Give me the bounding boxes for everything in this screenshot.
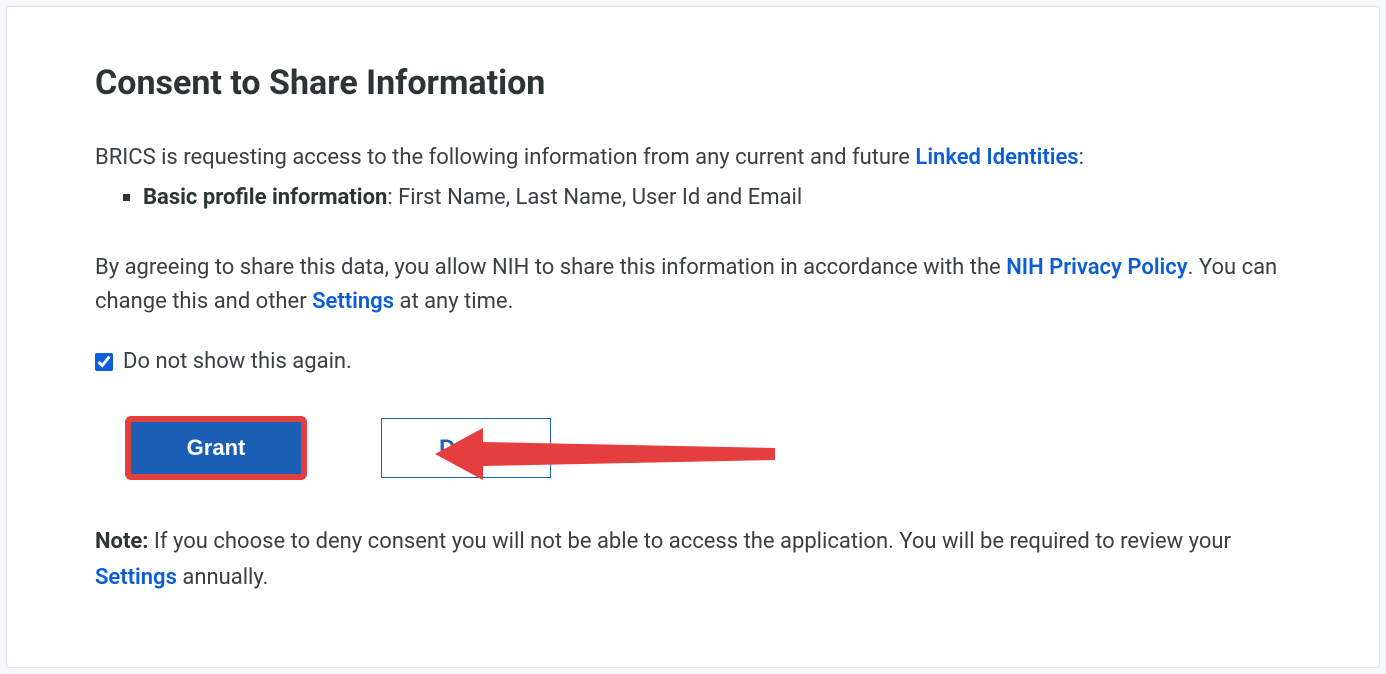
info-item-detail: : First Name, Last Name, User Id and Ema… [387, 185, 802, 210]
linked-identities-link[interactable]: Linked Identities [915, 145, 1078, 170]
note-label: Note: [95, 529, 148, 554]
note-text: Note: If you choose to deny consent you … [95, 524, 1291, 594]
do-not-show-checkbox[interactable] [95, 353, 113, 371]
intro-suffix: : [1079, 145, 1084, 170]
agreement-part1: By agreeing to share this data, you allo… [95, 255, 1006, 280]
info-list-item: Basic profile information: First Name, L… [123, 181, 1291, 215]
intro-text: BRICS is requesting access to the follow… [95, 141, 1291, 175]
do-not-show-row: Do not show this again. [95, 349, 1291, 374]
do-not-show-label[interactable]: Do not show this again. [123, 349, 352, 374]
note-part2: annually. [177, 565, 269, 590]
deny-button[interactable]: Deny [381, 418, 551, 478]
agreement-part3: at any time. [394, 289, 513, 314]
info-list: Basic profile information: First Name, L… [123, 181, 1291, 215]
agreement-text: By agreeing to share this data, you allo… [95, 251, 1291, 319]
privacy-policy-link[interactable]: NIH Privacy Policy [1006, 255, 1187, 280]
consent-card: Consent to Share Information BRICS is re… [6, 6, 1380, 668]
grant-highlight: Grant [125, 416, 307, 480]
intro-prefix: BRICS is requesting access to the follow… [95, 145, 915, 170]
page-title: Consent to Share Information [95, 63, 1291, 103]
settings-link[interactable]: Settings [312, 289, 394, 314]
grant-button[interactable]: Grant [131, 422, 301, 474]
note-part1: If you choose to deny consent you will n… [148, 529, 1231, 554]
info-item-label: Basic profile information [143, 185, 387, 210]
note-settings-link[interactable]: Settings [95, 565, 177, 590]
button-row: Grant Deny [125, 416, 1291, 480]
